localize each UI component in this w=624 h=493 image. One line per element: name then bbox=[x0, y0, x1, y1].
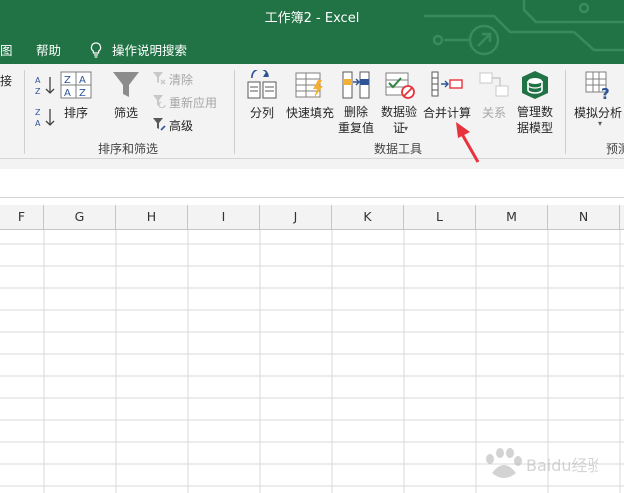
baidu-watermark-logo: Baidu经验 bbox=[486, 448, 598, 478]
relationships-label: 关系 bbox=[482, 106, 507, 120]
svg-text:A: A bbox=[79, 75, 86, 86]
remove-duplicates-button[interactable] bbox=[340, 70, 372, 103]
tell-me-search[interactable]: 操作说明搜索 bbox=[90, 40, 187, 59]
ribbon-separator bbox=[565, 70, 566, 154]
column-header[interactable]: K bbox=[332, 205, 404, 229]
sort-descending-button[interactable]: Z A bbox=[34, 106, 56, 131]
manage-data-model-button[interactable] bbox=[520, 69, 550, 104]
data-validation-icon bbox=[385, 72, 415, 99]
column-header[interactable]: G bbox=[44, 205, 116, 229]
svg-text:Z: Z bbox=[64, 75, 71, 86]
ribbon: 接 A Z Z A Z A A Z 排序 筛选 清除 重新应用 高级 排序和筛选… bbox=[0, 64, 624, 159]
column-header[interactable]: F bbox=[0, 205, 44, 229]
text-to-columns-button[interactable] bbox=[246, 68, 278, 103]
menu-item-help[interactable]: 帮助 bbox=[36, 40, 61, 59]
column-header[interactable]: N bbox=[548, 205, 620, 229]
reapply-label[interactable]: 重新应用 bbox=[169, 94, 217, 111]
remove-duplicates-icon bbox=[342, 71, 370, 99]
text-to-columns-label: 分列 bbox=[250, 106, 275, 120]
sort-filter-group-label: 排序和筛选 bbox=[98, 142, 159, 156]
flash-fill-button[interactable] bbox=[294, 70, 326, 103]
formula-bar[interactable] bbox=[0, 169, 624, 198]
svg-text:Z: Z bbox=[79, 88, 86, 99]
relationships-icon bbox=[479, 72, 509, 97]
clear-label[interactable]: 清除 bbox=[169, 71, 193, 88]
column-header[interactable]: I bbox=[188, 205, 260, 229]
column-header[interactable]: L bbox=[404, 205, 476, 229]
forecast-group-label: 预测 bbox=[606, 142, 624, 156]
svg-text:?: ? bbox=[601, 85, 610, 100]
clear-button[interactable] bbox=[152, 71, 166, 88]
consolidate-icon bbox=[431, 71, 463, 97]
filter-label: 筛选 bbox=[114, 106, 139, 120]
watermark-text: Baidu经验 bbox=[526, 456, 598, 475]
data-validation-button[interactable] bbox=[384, 70, 416, 103]
advanced-filter-button[interactable] bbox=[152, 117, 166, 134]
dropdown-arrow-icon[interactable]: ▾ bbox=[598, 119, 602, 128]
manage-data-model-label: 管理数 据模型 bbox=[517, 105, 554, 135]
column-header-row: F G H I J K L M N bbox=[0, 205, 624, 230]
ribbon-separator bbox=[24, 70, 25, 154]
svg-text:A: A bbox=[35, 76, 41, 85]
tell-me-label: 操作说明搜索 bbox=[112, 43, 188, 58]
sort-label: 排序 bbox=[64, 106, 89, 120]
sort-ascending-icon: A Z bbox=[35, 76, 55, 96]
advanced-label[interactable]: 高级 bbox=[169, 117, 193, 134]
column-header[interactable]: M bbox=[476, 205, 548, 229]
dropdown-arrow-icon[interactable]: ▾ bbox=[404, 124, 408, 133]
data-tools-group-label: 数据工具 bbox=[374, 142, 423, 156]
svg-text:A: A bbox=[35, 119, 41, 128]
flash-fill-label: 快速填充 bbox=[286, 106, 335, 120]
filter-button[interactable] bbox=[112, 70, 140, 103]
svg-text:Z: Z bbox=[35, 108, 41, 117]
svg-text:A: A bbox=[64, 88, 71, 99]
menu-item-partial[interactable]: 图 bbox=[0, 40, 13, 59]
clear-filter-icon bbox=[153, 72, 166, 85]
relationships-button[interactable] bbox=[478, 70, 510, 103]
filter-funnel-icon bbox=[113, 72, 139, 97]
what-if-analysis-icon: ? bbox=[585, 71, 610, 103]
sort-descending-icon: Z A bbox=[35, 108, 55, 128]
sort-ascending-button[interactable]: A Z bbox=[34, 74, 56, 99]
reapply-button[interactable] bbox=[152, 94, 166, 111]
lightbulb-icon bbox=[90, 42, 102, 58]
advanced-filter-icon bbox=[153, 118, 166, 131]
consolidate-button[interactable] bbox=[430, 70, 464, 103]
flash-fill-icon bbox=[295, 72, 323, 98]
ribbon-separator bbox=[234, 70, 235, 154]
column-header[interactable]: J bbox=[260, 205, 332, 229]
text-to-columns-icon bbox=[247, 68, 277, 99]
data-validation-label: 数据验 证 bbox=[381, 105, 418, 135]
sort-icon: Z A A Z bbox=[60, 71, 92, 99]
data-model-icon bbox=[522, 71, 548, 99]
sort-button[interactable]: Z A A Z bbox=[60, 70, 92, 103]
column-header[interactable]: H bbox=[116, 205, 188, 229]
what-if-analysis-button[interactable]: ? bbox=[584, 70, 614, 103]
remove-duplicates-label: 删除 重复值 bbox=[338, 105, 375, 135]
consolidate-label: 合并计算 bbox=[423, 106, 472, 120]
svg-text:Z: Z bbox=[35, 87, 41, 96]
reapply-icon bbox=[153, 95, 166, 109]
title-bar-decoration bbox=[424, 0, 624, 56]
ribbon-gap bbox=[0, 159, 624, 169]
ribbon-partial-label: 接 bbox=[0, 74, 13, 88]
